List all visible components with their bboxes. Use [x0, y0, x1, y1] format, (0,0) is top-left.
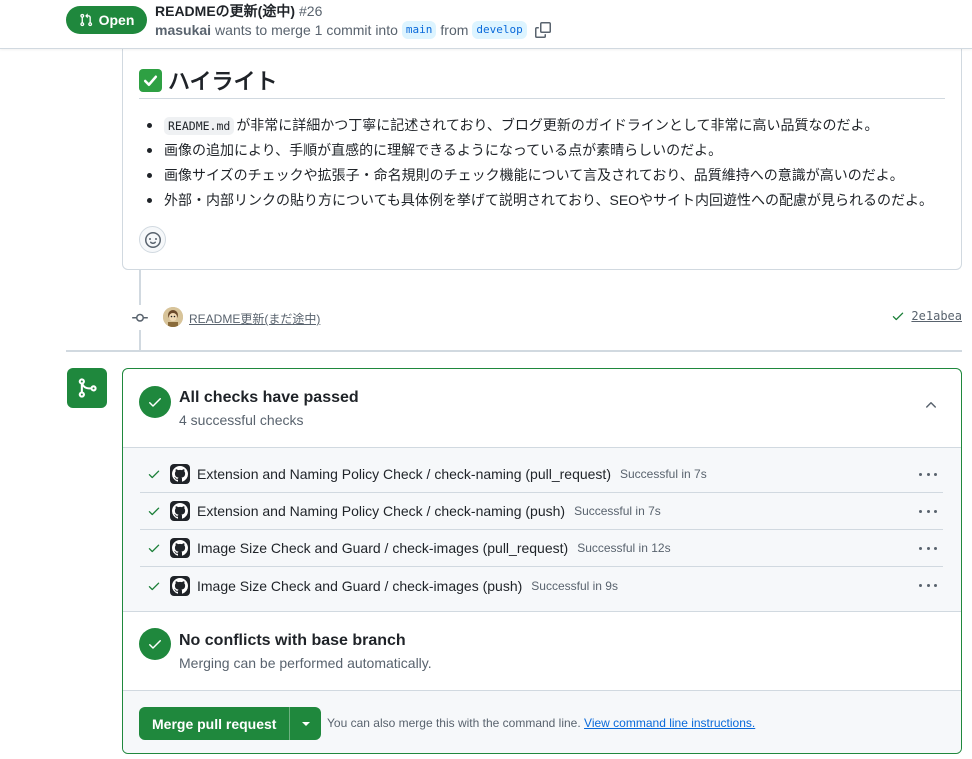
- github-logo-icon: [170, 575, 190, 596]
- github-logo-icon: [170, 464, 190, 484]
- check-icon: [148, 507, 160, 516]
- git-commit-icon: [127, 305, 152, 330]
- check-circle-icon: [139, 628, 171, 660]
- kebab-horizontal-icon[interactable]: [919, 503, 937, 519]
- timeline-line: [139, 270, 141, 305]
- timeline-line: [139, 330, 141, 350]
- git-pull-request-icon: [79, 13, 92, 27]
- merge-box: All checks have passed 4 successful chec…: [122, 368, 962, 754]
- check-icon: [148, 582, 160, 590]
- checks-subtitle: 4 successful checks: [179, 412, 304, 428]
- check-row[interactable]: Image Size Check and Guard / check-image…: [140, 567, 943, 604]
- check-row[interactable]: Extension and Naming Policy Check / chec…: [140, 456, 943, 493]
- pr-title-text: READMEの更新(途中): [155, 3, 295, 19]
- collapse-checks-button[interactable]: [923, 397, 939, 413]
- highlight-list: README.md が非常に詳細かつ丁寧に記述されており、ブログ更新のガイドライン…: [147, 114, 933, 214]
- check-status: Successful in 9s: [531, 578, 618, 593]
- check-name: Image Size Check and Guard / check-image…: [197, 577, 523, 594]
- kebab-horizontal-icon[interactable]: [919, 466, 937, 482]
- pr-meta: masukai wants to merge 1 commit into mai…: [155, 21, 551, 39]
- pr-title: READMEの更新(途中) #26: [155, 1, 322, 21]
- chevron-up-icon: [926, 402, 936, 408]
- pr-author-link[interactable]: masukai: [155, 22, 211, 38]
- check-name: Image Size Check and Guard / check-image…: [197, 540, 569, 556]
- list-item: README.md が非常に詳細かつ丁寧に記述されており、ブログ更新のガイドライン…: [147, 114, 933, 139]
- merge-footer: Merge pull request You can also merge th…: [123, 690, 961, 753]
- copy-icon[interactable]: [534, 22, 551, 38]
- check-icon: [148, 544, 160, 553]
- check-name: Extension and Naming Policy Check / chec…: [197, 503, 566, 519]
- avatar[interactable]: [163, 307, 183, 327]
- check-status: Successful in 12s: [577, 541, 671, 555]
- check-name: Extension and Naming Policy Check / chec…: [197, 466, 611, 482]
- check-icon[interactable]: [891, 309, 905, 323]
- commit-sha-link[interactable]: 2e1abea: [911, 309, 962, 323]
- smiley-icon: [144, 231, 161, 248]
- merge-button-group: Merge pull request: [139, 707, 322, 740]
- pr-state-label: Open: [98, 12, 135, 28]
- merge-note: You can also merge this with the command…: [327, 716, 755, 730]
- base-branch-label[interactable]: main: [401, 21, 437, 39]
- list-item-text: 画像サイズのチェックや拡張子・命名規則のチェック機能について言及されており、品質…: [164, 167, 904, 183]
- comment-heading-text: ハイライト: [168, 69, 278, 94]
- timeline-divider: [66, 350, 962, 352]
- comment-heading: ハイライト: [139, 62, 945, 99]
- kebab-horizontal-icon[interactable]: [919, 577, 937, 593]
- list-item: 画像サイズのチェックや拡張子・命名規則のチェック機能について言及されており、品質…: [147, 164, 933, 189]
- check-status: Successful in 7s: [619, 467, 707, 481]
- triangle-down-icon: [301, 721, 310, 726]
- list-item-text: 外部・内部リンクの貼り方についても具体例を挙げて説明されており、SEOやサイト内…: [164, 192, 934, 208]
- kebab-horizontal-icon[interactable]: [919, 540, 937, 556]
- merge-options-dropdown[interactable]: [289, 707, 321, 740]
- list-item-text: が非常に詳細かつ丁寧に記述されており、ブログ更新のガイドラインとして非常に高い品…: [236, 117, 879, 133]
- github-logo-icon: [170, 538, 190, 558]
- pr-state-badge: Open: [66, 6, 147, 34]
- inline-code: README.md: [164, 117, 235, 135]
- check-row[interactable]: Extension and Naming Policy Check / chec…: [140, 493, 943, 530]
- check-row[interactable]: Image Size Check and Guard / check-image…: [140, 530, 943, 567]
- conflicts-subtitle: Merging can be performed automatically.: [179, 655, 432, 671]
- git-merge-icon: [67, 368, 107, 408]
- merge-pull-request-button[interactable]: Merge pull request: [139, 707, 289, 740]
- checks-list: Extension and Naming Policy Check / chec…: [123, 447, 961, 612]
- pr-from-text: from: [440, 22, 469, 38]
- commit-status: 2e1abea: [891, 309, 962, 323]
- check-icon: [148, 470, 160, 479]
- check-mark-button-icon: [139, 68, 162, 92]
- pr-number: #26: [299, 3, 323, 19]
- command-line-instructions-link[interactable]: View command line instructions.: [584, 716, 755, 730]
- commit-message-link[interactable]: README更新(まだ途中): [189, 310, 320, 327]
- list-item: 外部・内部リンクの貼り方についても具体例を挙げて説明されており、SEOやサイト内…: [147, 189, 933, 214]
- conflicts-title: No conflicts with base branch: [179, 632, 406, 649]
- list-item: 画像の追加により、手順が直感的に理解できるようになっている点が素晴らしいのだよ。: [147, 139, 933, 164]
- check-circle-icon: [139, 386, 171, 418]
- checks-title: All checks have passed: [179, 389, 359, 406]
- add-reaction-button[interactable]: [139, 226, 166, 253]
- github-logo-icon: [170, 501, 190, 521]
- head-branch-label[interactable]: develop: [472, 21, 527, 39]
- list-item-text: 画像の追加により、手順が直感的に理解できるようになっている点が素晴らしいのだよ。: [164, 142, 723, 158]
- check-status: Successful in 7s: [574, 504, 661, 518]
- pr-merge-text: wants to merge 1 commit into: [215, 22, 398, 38]
- pr-sticky-header: Open READMEの更新(途中) #26 masukai wants to m…: [0, 0, 972, 49]
- review-comment: ハイライト README.md が非常に詳細かつ丁寧に記述されており、ブログ更新の…: [122, 49, 962, 270]
- merge-note-text: You can also merge this with the command…: [327, 716, 581, 730]
